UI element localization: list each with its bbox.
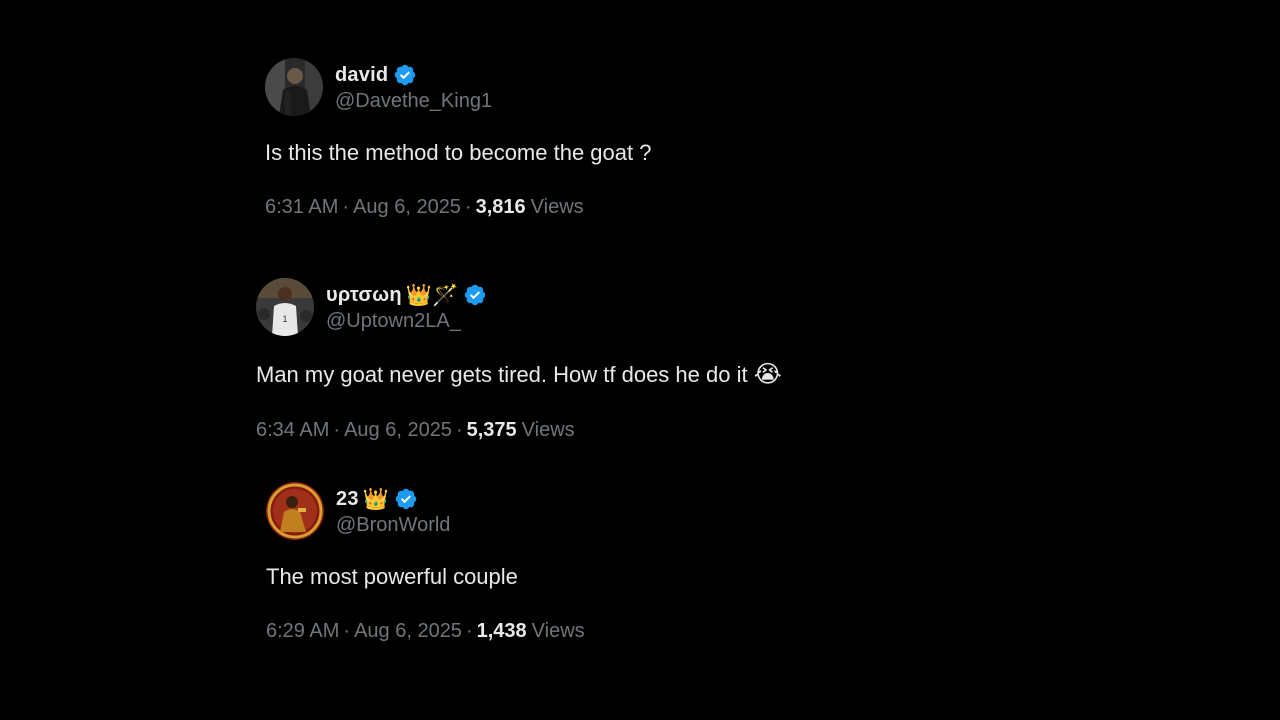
tweet-date[interactable]: Aug 6, 2025 — [353, 196, 461, 218]
author-names: 23 👑 @BronWorld — [336, 485, 450, 537]
meta-separator: · — [464, 196, 472, 218]
tweet-header: david @Davethe_King1 — [265, 58, 651, 116]
crown-and-wand-emoji-icon: 👑🪄 — [405, 283, 459, 307]
author-display-name[interactable]: 23 — [336, 488, 359, 511]
author-handle[interactable]: @BronWorld — [336, 514, 450, 537]
meta-separator: · — [465, 620, 473, 642]
tweet-date[interactable]: Aug 6, 2025 — [354, 620, 462, 642]
tweet-meta: 6:34 AM · Aug 6, 2025 · 5,375 Views — [256, 419, 782, 442]
meta-separator: · — [333, 419, 341, 441]
tweet-text-content: The most powerful couple — [266, 564, 518, 589]
author-names: david @Davethe_King1 — [335, 61, 492, 113]
meta-separator: · — [342, 196, 350, 218]
views-label: Views — [521, 419, 575, 441]
meta-separator: · — [455, 419, 463, 441]
tweet-header: 1 υρτσωη 👑🪄 @Uptown2LA_ — [256, 278, 782, 336]
views-count: 1,438 — [476, 620, 527, 642]
tweet-date[interactable]: Aug 6, 2025 — [344, 419, 452, 441]
views-count: 5,375 — [466, 419, 517, 441]
crown-emoji-icon: 👑 — [362, 487, 389, 511]
verified-badge-icon — [394, 487, 418, 511]
views-label: Views — [530, 196, 584, 218]
tweet-meta: 6:29 AM · Aug 6, 2025 · 1,438 Views — [266, 620, 585, 643]
tweet-card: david @Davethe_King1 Is this the method … — [265, 58, 651, 219]
views-label: Views — [531, 620, 585, 642]
author-handle[interactable]: @Davethe_King1 — [335, 90, 492, 113]
author-display-name[interactable]: david — [335, 64, 388, 87]
tweet-text-content: Is this the method to become the goat ? — [265, 140, 652, 165]
author-handle[interactable]: @Uptown2LA_ — [326, 310, 487, 333]
avatar[interactable] — [266, 482, 324, 540]
author-display-name[interactable]: υρτσωη — [326, 284, 402, 307]
verified-badge-icon — [463, 283, 487, 307]
avatar[interactable]: 1 — [256, 278, 314, 336]
tweet-text: The most powerful couple — [266, 564, 585, 590]
tweet-time[interactable]: 6:31 AM — [265, 196, 338, 218]
views-count: 3,816 — [475, 196, 526, 218]
tweet-text-content: Man my goat never gets tired. How tf doe… — [256, 362, 748, 387]
tweet-text: Man my goat never gets tired. How tf doe… — [256, 360, 782, 389]
tweet-card: 1 υρτσωη 👑🪄 @Uptown2LA_ Man my goat neve… — [256, 278, 782, 442]
author-names: υρτσωη 👑🪄 @Uptown2LA_ — [326, 281, 487, 333]
tweet-time[interactable]: 6:34 AM — [256, 419, 329, 441]
tweet-header: 23 👑 @BronWorld — [266, 482, 585, 540]
crying-face-emoji-icon: 😭 — [753, 361, 782, 388]
tweet-card: 23 👑 @BronWorld The most powerful couple… — [266, 482, 585, 643]
avatar[interactable] — [265, 58, 323, 116]
meta-separator: · — [343, 620, 351, 642]
svg-text:1: 1 — [282, 314, 287, 324]
tweet-text: Is this the method to become the goat ? — [265, 140, 651, 166]
tweet-meta: 6:31 AM · Aug 6, 2025 · 3,816 Views — [265, 196, 651, 219]
tweet-time[interactable]: 6:29 AM — [266, 620, 339, 642]
verified-badge-icon — [393, 63, 417, 87]
